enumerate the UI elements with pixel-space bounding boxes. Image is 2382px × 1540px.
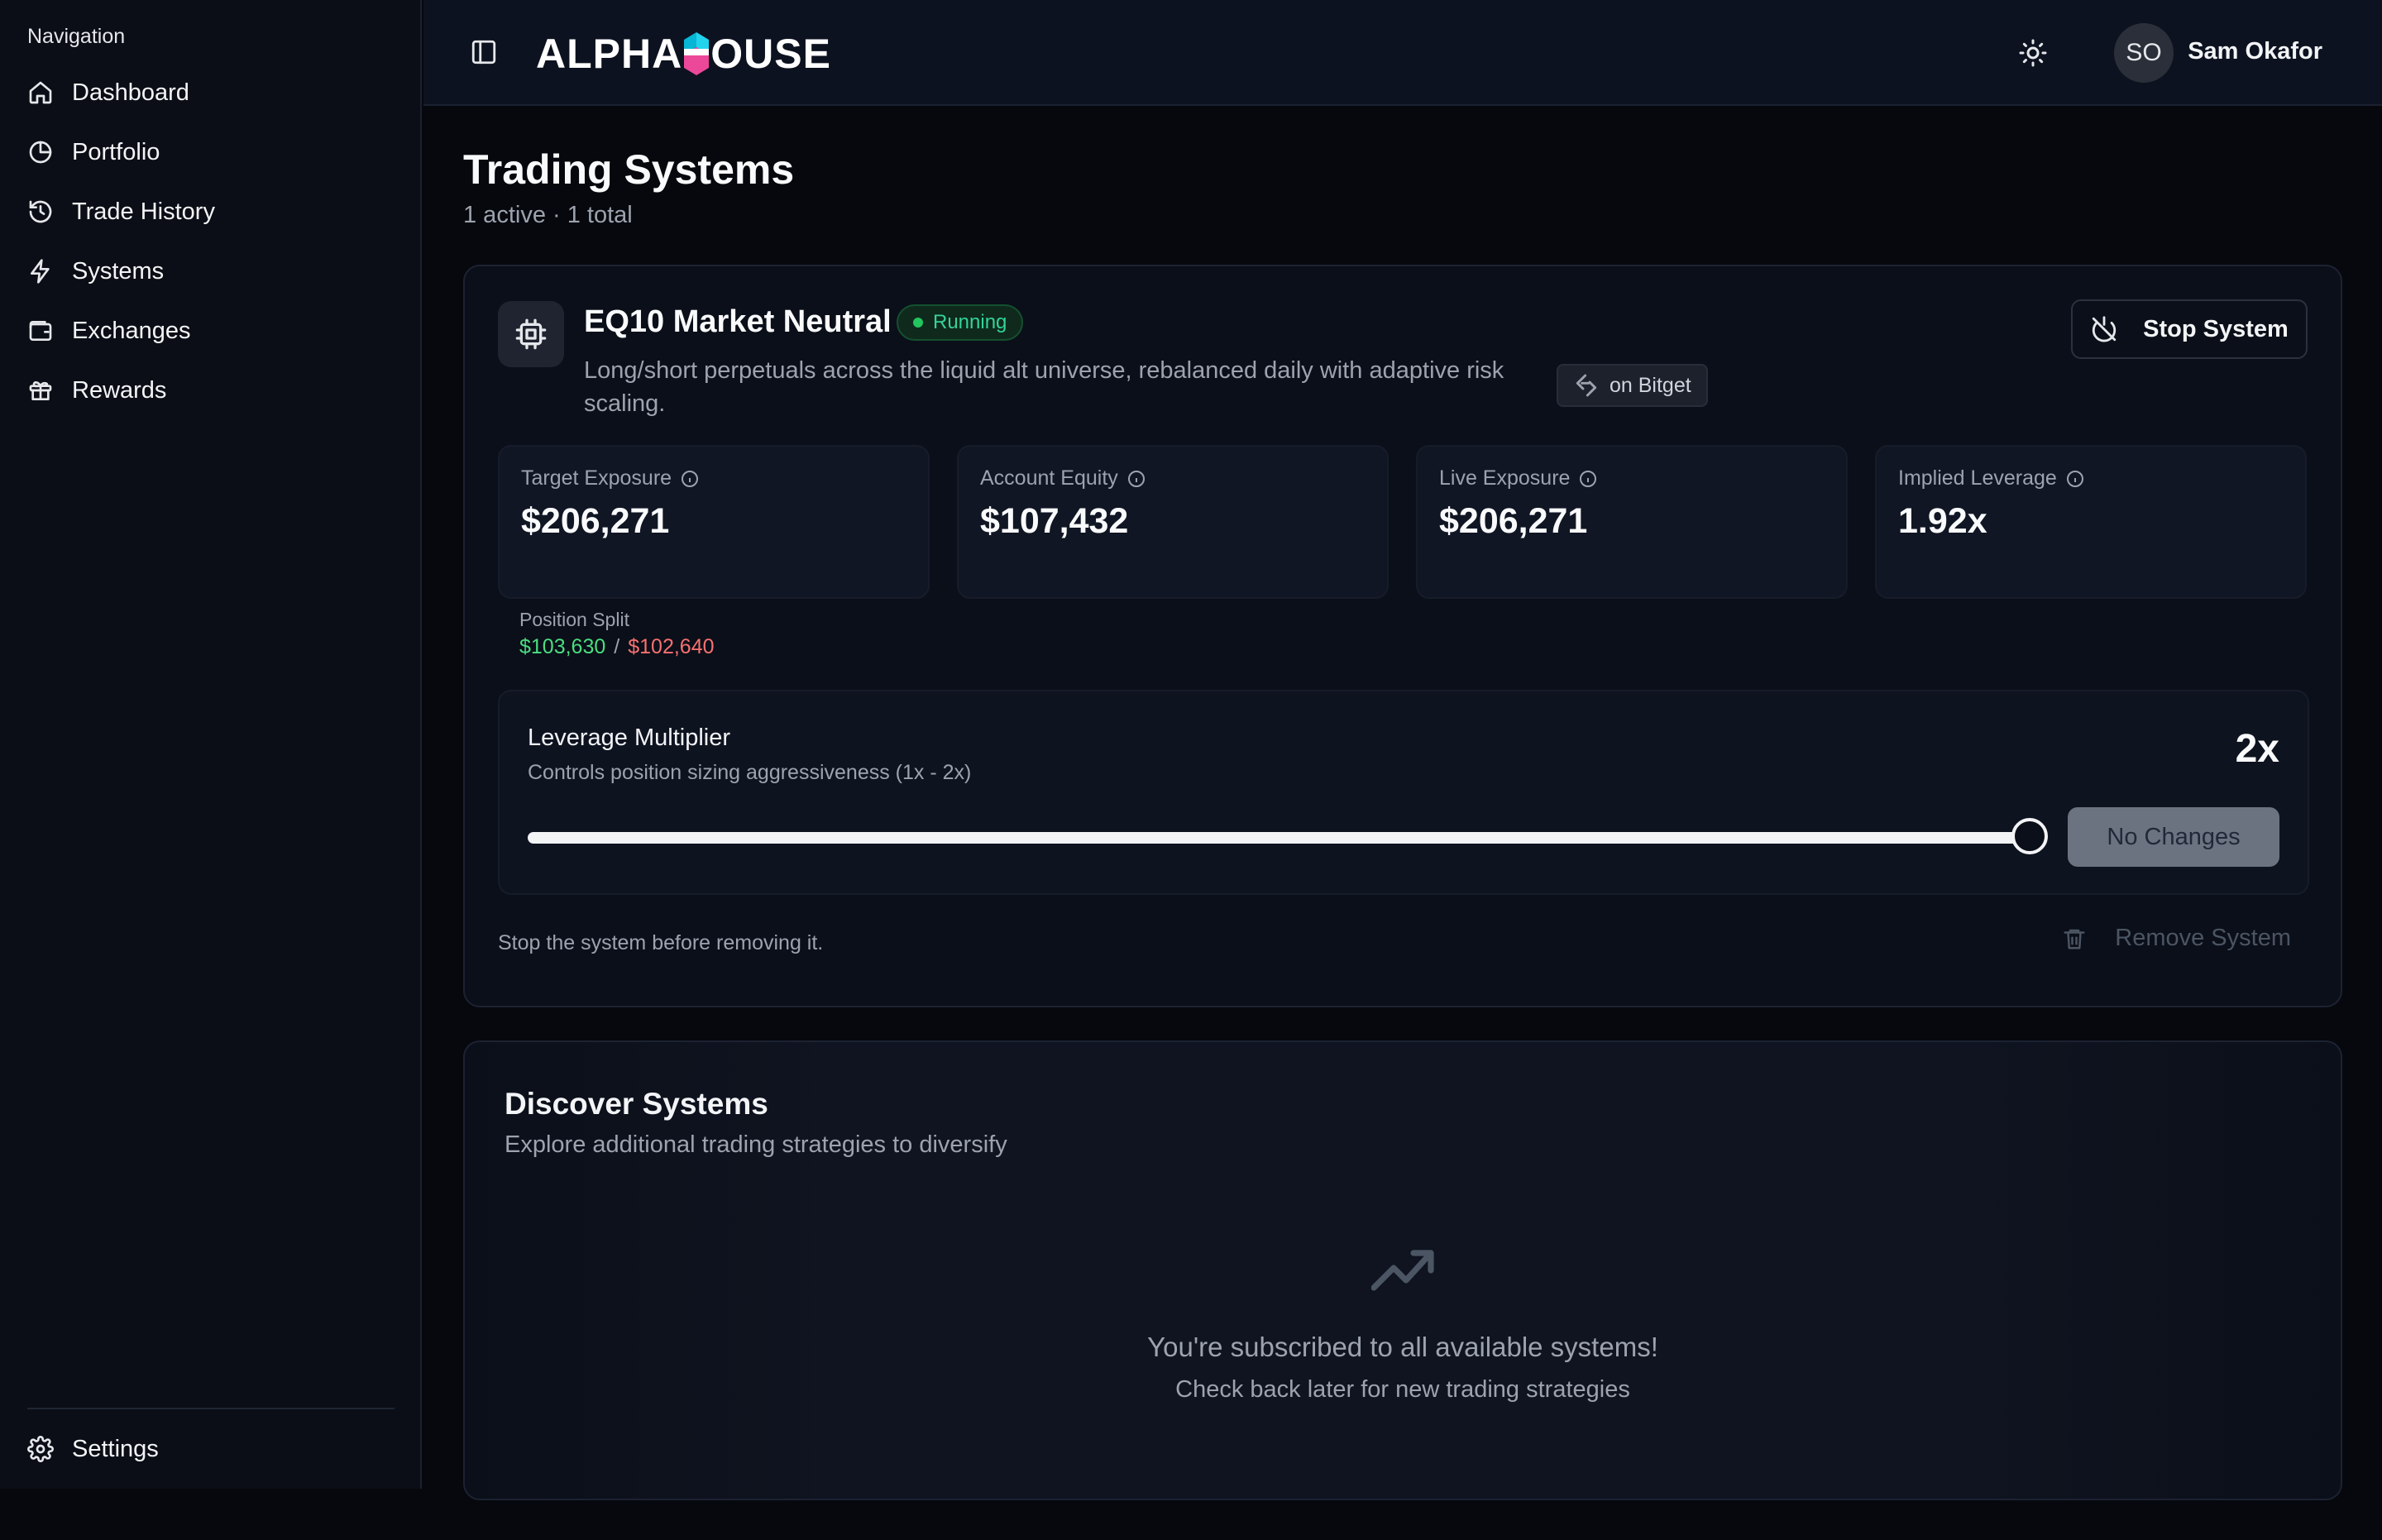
position-split-label: Position Split (519, 609, 629, 630)
user-name[interactable]: Sam Okafor (2188, 38, 2322, 65)
metric-implied-leverage: Implied Leverage 1.92x (1875, 445, 2307, 599)
pie-chart-icon (29, 141, 52, 164)
metric-live-exposure: Live Exposure $206,271 (1416, 445, 1848, 599)
sidebar-item-rewards[interactable]: Rewards (27, 367, 391, 414)
history-icon (29, 200, 52, 223)
slider-fill (528, 832, 2030, 844)
home-icon (29, 81, 52, 104)
info-icon[interactable] (1578, 469, 1598, 489)
metric-value: $206,271 (521, 501, 670, 541)
nav-heading: Navigation (27, 25, 126, 48)
system-name: EQ10 Market Neutral (584, 304, 892, 339)
exchange-chip: on Bitget (1557, 364, 1708, 407)
sidebar-item-label: Exchanges (72, 317, 191, 344)
status-label: Running (933, 311, 1007, 333)
page-title: Trading Systems (463, 146, 795, 193)
empty-state-title: You're subscribed to all available syste… (1147, 1332, 1658, 1362)
metric-value: $206,271 (1439, 501, 1588, 541)
system-description: Long/short perpetuals across the liquid … (584, 357, 1504, 417)
stop-system-label: Stop System (2143, 315, 2289, 342)
leverage-title: Leverage Multiplier (528, 725, 731, 751)
leverage-panel: Leverage Multiplier Controls position si… (498, 690, 2309, 895)
position-split-values: $103,630 / $102,640 (519, 635, 715, 659)
sidebar-item-exchanges[interactable]: Exchanges (27, 308, 391, 354)
avatar[interactable]: SO (2114, 23, 2174, 83)
exchange-label: on Bitget (1610, 373, 1691, 397)
sidebar-toggle-icon[interactable] (470, 38, 498, 66)
remove-system-button[interactable]: Remove System (2062, 925, 2291, 952)
info-icon[interactable] (680, 469, 700, 489)
bitget-logo-icon (1576, 374, 1597, 397)
logo-mark-icon (684, 32, 710, 75)
sidebar-item-systems[interactable]: Systems (27, 248, 391, 294)
sidebar-item-portfolio[interactable]: Portfolio (27, 129, 391, 175)
metric-label-text: Account Equity (980, 466, 1118, 490)
sun-icon[interactable] (2018, 38, 2048, 68)
top-header: ALPHA OUSE SO Sam Okafor (423, 0, 2382, 106)
sidebar-item-label: Rewards (72, 376, 167, 404)
no-changes-button[interactable]: No Changes (2068, 807, 2279, 867)
metric-account-equity: Account Equity $107,432 (957, 445, 1389, 599)
remove-note: Stop the system before removing it. (498, 931, 824, 954)
system-icon-box (498, 301, 564, 367)
page-subtitle: 1 active · 1 total (463, 202, 633, 228)
sidebar-item-label: Portfolio (72, 138, 160, 165)
status-dot-icon (913, 318, 923, 328)
long-value: $103,630 (519, 635, 606, 658)
bolt-icon (31, 259, 50, 284)
metric-label-text: Implied Leverage (1898, 466, 2057, 490)
empty-state-subtitle: Check back later for new trading strateg… (1175, 1376, 1630, 1403)
sidebar-item-label: Trade History (72, 198, 215, 225)
remove-system-label: Remove System (2115, 925, 2291, 951)
sidebar-item-label: Dashboard (72, 79, 189, 106)
metric-label-text: Live Exposure (1439, 466, 1571, 490)
gift-icon (29, 381, 52, 400)
sidebar-item-label: Systems (72, 257, 165, 285)
sidebar-item-label: Settings (72, 1435, 159, 1462)
metric-value: 1.92x (1898, 501, 1987, 541)
gear-icon (27, 1436, 54, 1462)
leverage-value: 2x (2235, 727, 2279, 771)
metric-label: Target Exposure (521, 466, 700, 490)
trending-up-icon (1371, 1250, 1434, 1291)
slider-thumb[interactable] (2011, 818, 2048, 854)
short-value: $102,640 (628, 635, 715, 658)
metric-label-text: Target Exposure (521, 466, 672, 490)
power-off-icon (2092, 316, 2117, 342)
sidebar-item-dashboard[interactable]: Dashboard (27, 69, 391, 116)
system-card: EQ10 Market Neutral Running Long/short p… (463, 265, 2342, 1007)
stop-system-button[interactable]: Stop System (2071, 299, 2308, 359)
info-icon[interactable] (1126, 469, 1146, 489)
logo-text-left: ALPHA (536, 31, 683, 77)
trash-icon (2064, 929, 2085, 949)
sidebar-item-trade-history[interactable]: Trade History (27, 189, 391, 235)
cpu-icon (515, 318, 547, 350)
metric-label: Implied Leverage (1898, 466, 2085, 490)
logo-text-right: OUSE (710, 31, 831, 77)
metric-target-exposure: Target Exposure $206,271 (498, 445, 930, 599)
app-logo[interactable]: ALPHA OUSE (536, 30, 831, 78)
discover-title: Discover Systems (505, 1087, 768, 1121)
metric-label: Account Equity (980, 466, 1146, 490)
status-badge: Running (897, 304, 1024, 341)
sidebar-item-settings[interactable]: Settings (27, 1426, 391, 1472)
leverage-subtitle: Controls position sizing aggressiveness … (528, 761, 972, 784)
metric-label: Live Exposure (1439, 466, 1598, 490)
split-separator: / (614, 635, 620, 658)
leverage-slider[interactable] (528, 818, 2048, 854)
sidebar-divider (27, 1408, 395, 1409)
wallet-icon (29, 321, 52, 341)
discover-subtitle: Explore additional trading strategies to… (505, 1131, 1007, 1158)
sidebar: Navigation Dashboard Portfolio Trade His… (0, 0, 422, 1489)
discover-card: Discover Systems Explore additional trad… (463, 1040, 2342, 1500)
metric-value: $107,432 (980, 501, 1129, 541)
info-icon[interactable] (2065, 469, 2085, 489)
